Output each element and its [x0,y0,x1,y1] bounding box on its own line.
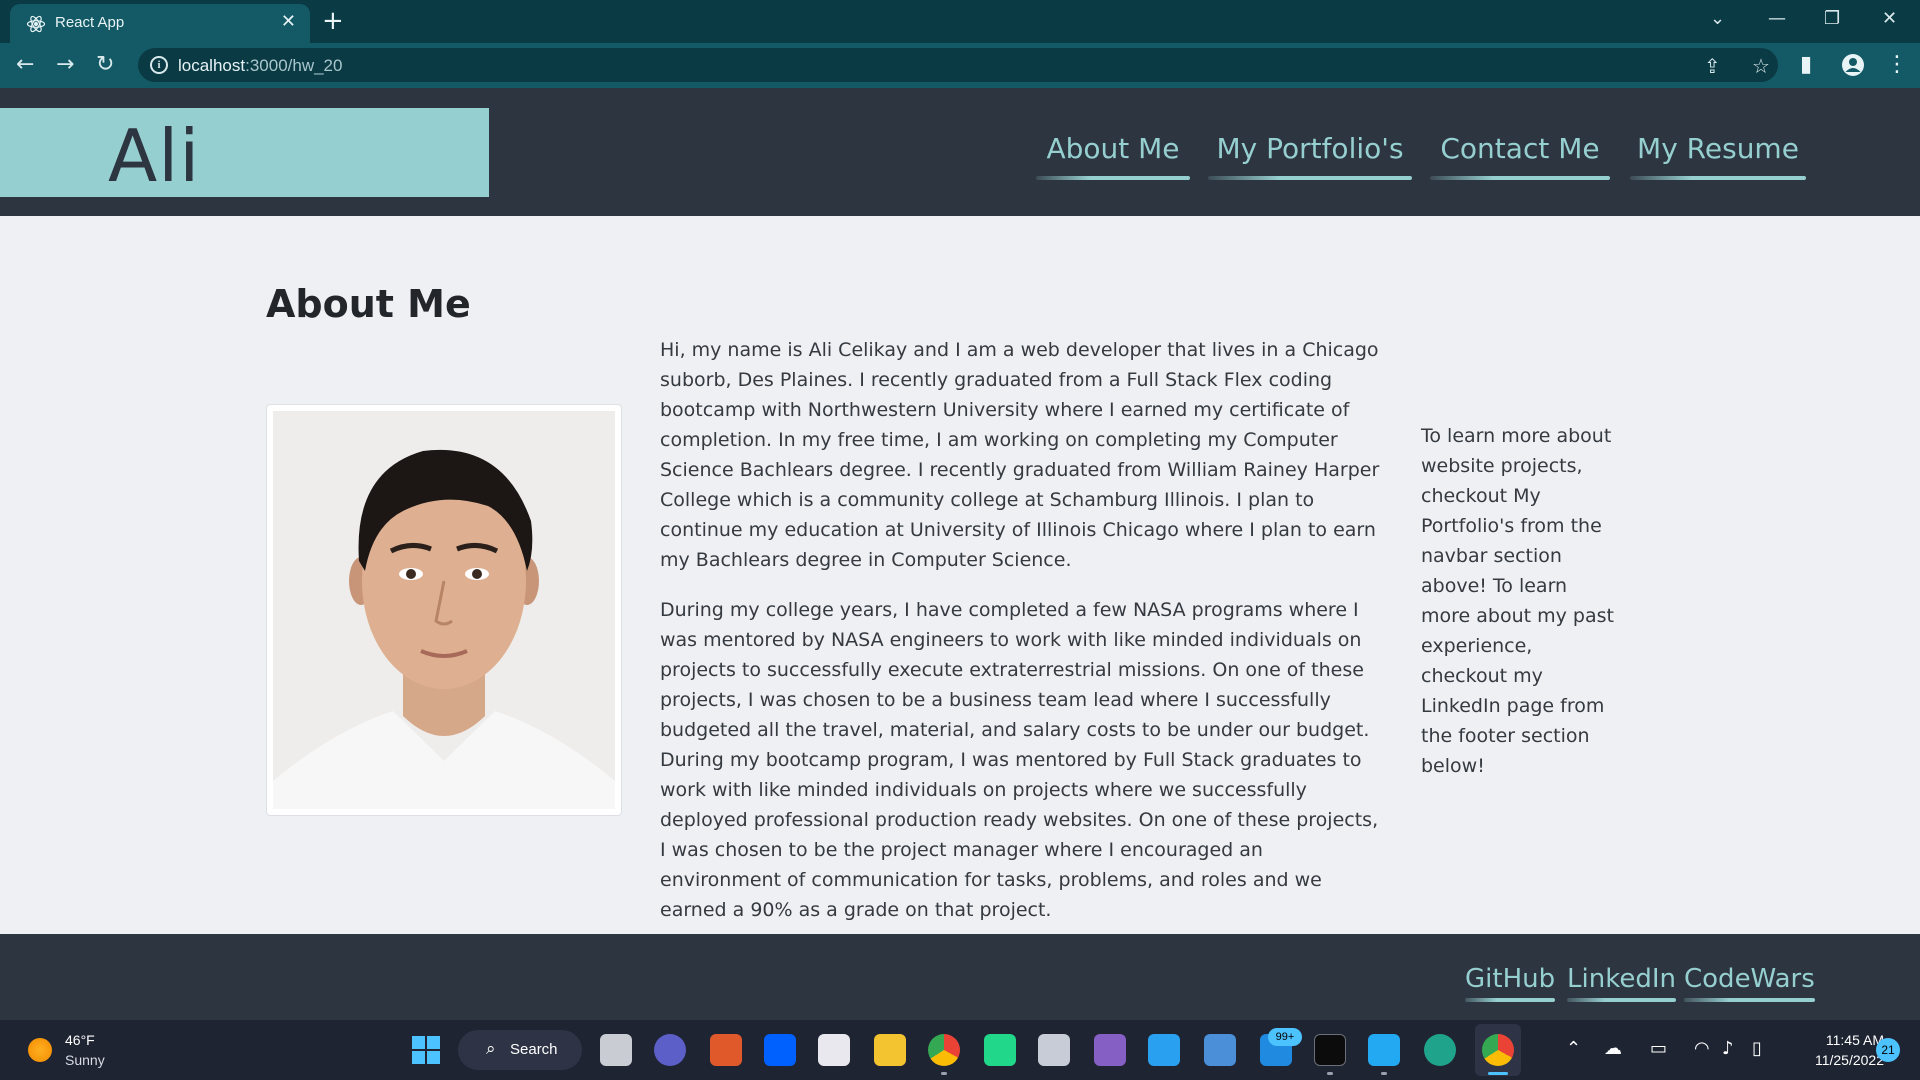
weather-temp[interactable]: 46°F [65,1032,95,1048]
clock-date[interactable]: 11/25/2022 [1796,1052,1884,1068]
new-tab-button[interactable]: + [322,6,344,36]
footer-link-linkedin[interactable]: LinkedIn [1567,964,1676,1002]
nav-contact-me[interactable]: Contact Me [1430,132,1610,180]
main-content: About Me Hi, my name is Ali Celikay and … [0,216,1920,934]
menu-kebab-icon[interactable]: ⋮ [1886,53,1908,77]
url-text[interactable]: localhost:3000/hw_20 [178,56,342,76]
taskbar: 46°F Sunny ⌕ Search 99+ ⌃ ☁ ▭ ◠ ♪ ▯ 11:4… [0,1020,1920,1080]
profile-photo [273,411,615,809]
aside-note: To learn more about website projects, ch… [1421,425,1614,777]
office-app-icon[interactable] [710,1034,742,1066]
edge-icon[interactable] [1424,1034,1456,1066]
profile-icon[interactable] [1842,54,1864,76]
bio-paragraph: During my college years, I have complete… [660,599,1379,921]
dropbox-icon[interactable] [764,1034,796,1066]
minimize-icon[interactable]: — [1768,6,1786,32]
clock-time[interactable]: 11:45 AM [1796,1032,1884,1048]
forward-arrow-icon[interactable]: → [56,53,74,77]
bio-text: Hi, my name is Ali Celikay and I am a we… [660,335,1380,945]
tab-title: React App [55,14,125,31]
browser-toolbar: ← → ↻ i localhost:3000/hw_20 ⇪ ☆ ▮ ⋮ [0,43,1920,88]
footer-link-underline [1465,998,1556,1002]
nav-underline [1036,176,1190,180]
notification-badge[interactable]: 21 [1876,1038,1900,1062]
nav-my-resume[interactable]: My Resume [1630,132,1806,180]
nav-about-me[interactable]: About Me [1036,132,1190,180]
git-app-icon[interactable] [1204,1034,1236,1066]
share-icon[interactable]: ⇪ [1704,56,1721,76]
onedrive-icon[interactable]: ☁ [1604,1038,1622,1060]
portrait-illustration [273,411,615,809]
azure-data-studio-icon[interactable] [1148,1034,1180,1066]
running-indicator [941,1072,947,1075]
profile-photo-frame [266,404,622,816]
nav-underline [1208,176,1412,180]
nav-my-portfolios[interactable]: My Portfolio's [1208,132,1412,180]
weather-desc[interactable]: Sunny [65,1052,105,1068]
tab-search-icon[interactable]: ⌄ [1710,6,1725,32]
volume-icon[interactable]: ♪ [1722,1038,1734,1060]
stack-app-icon[interactable] [1038,1034,1070,1066]
browser-tab[interactable]: React App ✕ [10,4,310,43]
reload-icon[interactable]: ↻ [96,53,114,77]
site-header: Ali Celikay About Me My Portfolio's Cont… [0,88,1920,282]
teams-chat-icon[interactable] [654,1034,686,1066]
sun-icon[interactable] [28,1038,52,1062]
wifi-icon[interactable]: ◠ [1694,1038,1710,1060]
windows-start-icon[interactable] [412,1036,440,1064]
footer-link-underline [1684,998,1815,1002]
chrome-icon[interactable] [928,1034,960,1066]
search-icon: ⌕ [486,1039,496,1059]
terminal-icon[interactable] [1314,1034,1346,1066]
visual-studio-icon[interactable] [1094,1034,1126,1066]
back-arrow-icon[interactable]: ← [16,53,34,77]
page-title: About Me [266,282,471,326]
pycharm-icon[interactable] [984,1034,1016,1066]
chrome-active-icon[interactable] [1482,1034,1514,1066]
nav-underline [1430,176,1610,180]
close-tab-icon[interactable]: ✕ [281,12,296,32]
mail-badge: 99+ [1268,1028,1302,1046]
running-indicator [1381,1072,1387,1075]
side-panel-icon[interactable]: ▮ [1800,53,1812,77]
microsoft-store-icon[interactable] [818,1034,850,1066]
site-logo: Ali Celikay [0,108,489,282]
running-indicator [1327,1072,1333,1075]
battery-icon[interactable]: ▯ [1752,1038,1762,1060]
bookmark-star-icon[interactable]: ☆ [1752,56,1770,76]
address-bar[interactable]: i localhost:3000/hw_20 ⇪ ☆ [138,48,1778,82]
footer-link-github[interactable]: GitHub [1465,964,1556,1002]
bio-paragraph: Hi, my name is Ali Celikay and I am a we… [660,339,1380,571]
active-indicator [1488,1072,1508,1075]
nav-underline [1630,176,1806,180]
restore-icon[interactable]: ❐ [1824,6,1840,32]
tray-overflow-icon[interactable]: ⌃ [1566,1038,1581,1060]
footer-link-codewars[interactable]: CodeWars [1684,964,1815,1002]
task-view-icon[interactable] [600,1034,632,1066]
site-footer: GitHub LinkedIn CodeWars [0,934,1920,1020]
browser-tab-strip: React App ✕ + ⌄ — ❐ ✕ [0,0,1920,43]
file-explorer-icon[interactable] [874,1034,906,1066]
tablet-icon[interactable]: ▭ [1650,1038,1667,1060]
taskbar-search[interactable]: ⌕ Search [458,1030,582,1070]
close-window-icon[interactable]: ✕ [1882,6,1897,32]
vscode-icon[interactable] [1368,1034,1400,1066]
site-info-icon[interactable]: i [150,56,168,74]
search-label: Search [510,1041,558,1058]
react-favicon-icon [26,15,46,33]
footer-link-underline [1567,998,1676,1002]
